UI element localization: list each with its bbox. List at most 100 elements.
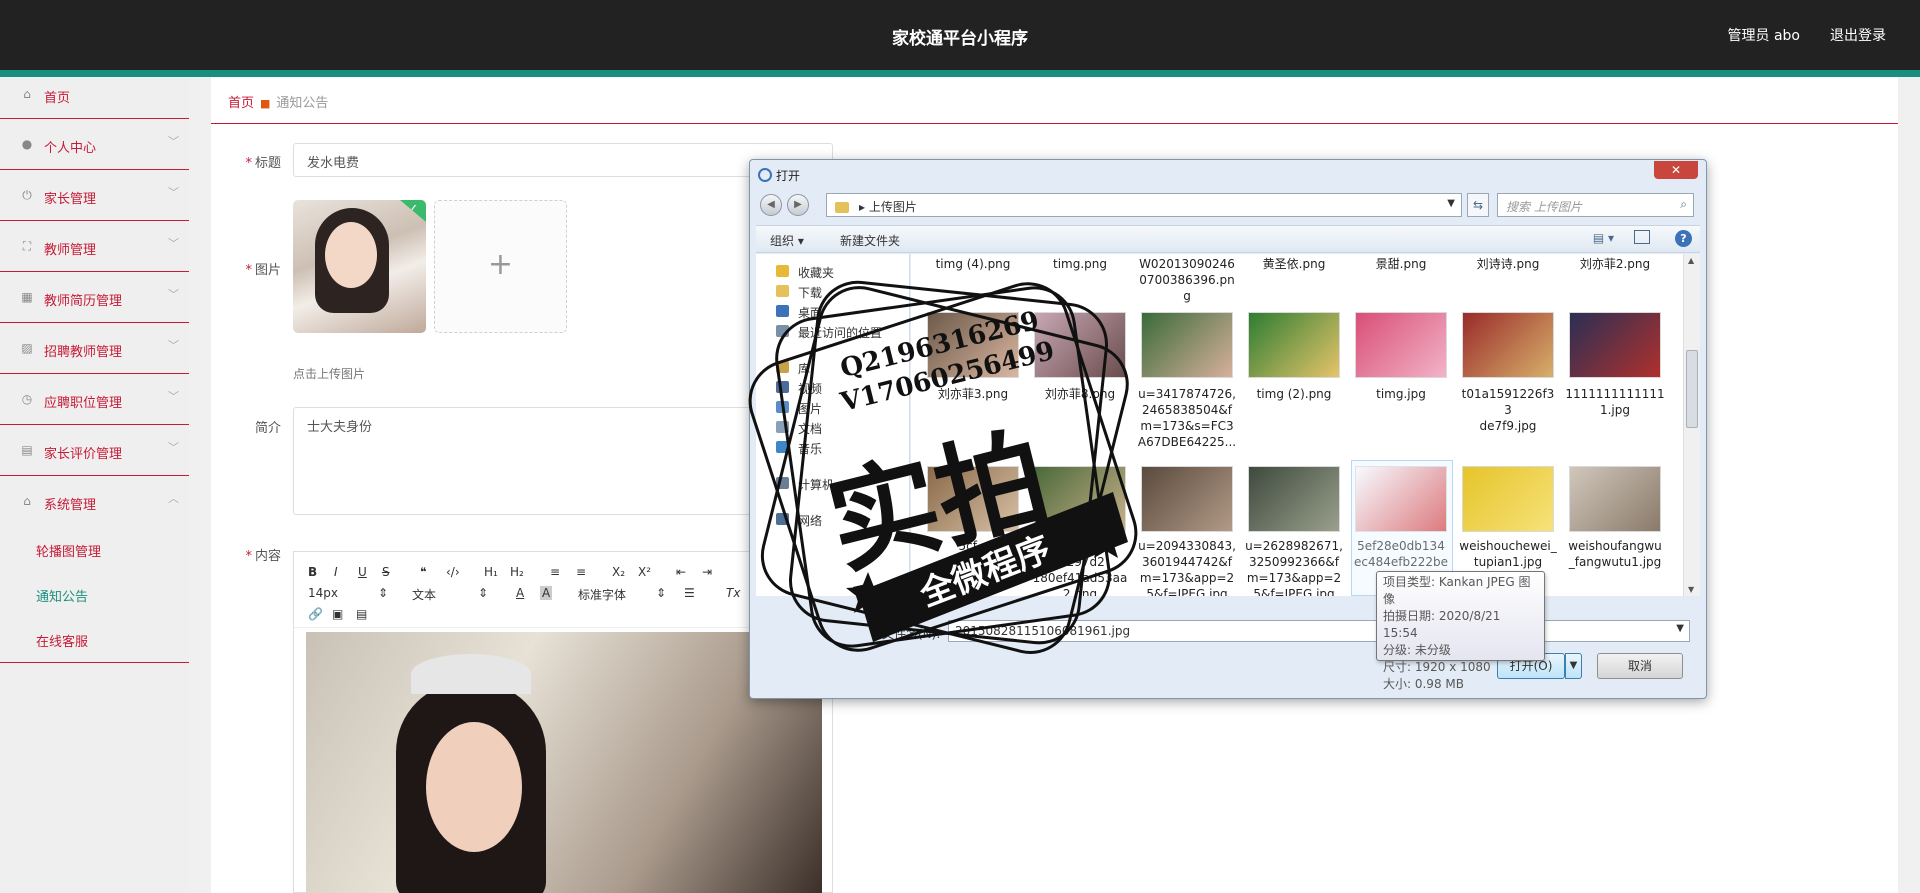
file-item[interactable]: 景甜.png [1351,256,1451,272]
file-item[interactable]: 刘诗诗.png [1458,256,1558,272]
file-thumbnail[interactable] [1141,466,1233,532]
sidebar-item-application[interactable]: ◷ 应聘职位管理 ﹀ [0,374,189,425]
file-item-name[interactable]: timg (2).png [1244,386,1344,402]
chevron-updown-icon: ⇕ [378,586,389,600]
link-icon[interactable]: 🔗 [308,607,323,621]
open-options-button[interactable]: ▼ [1565,653,1582,679]
font-family-select[interactable]: 标准字体 [578,586,626,603]
h2-button[interactable]: H₂ [510,565,524,579]
scroll-thumb[interactable] [1686,350,1698,428]
italic-button[interactable]: I [334,565,338,579]
search-input[interactable]: 搜索 上传图片 ⌕ [1497,193,1694,217]
file-item-name[interactable]: t01a1591226f33 de7f9.jpg [1458,386,1558,434]
indent-button[interactable]: ⇥ [702,565,712,579]
folder-icon [835,202,849,213]
file-type-select[interactable]: ▼ [1544,620,1690,642]
view-options-icon[interactable]: ▤ ▾ [1593,231,1614,245]
bold-button[interactable]: B [308,565,317,579]
scrollbar[interactable]: ▲ ▼ [1683,254,1700,596]
video-icon[interactable]: ▤ [356,607,367,621]
file-item[interactable]: 刘亦菲2.png [1565,256,1665,272]
ordered-list-button[interactable]: ≡ [550,565,560,579]
open-dialog-icon [758,168,772,182]
logout-link[interactable]: 退出登录 [1830,25,1886,45]
sidebar-item-teacher-resume[interactable]: ▦ 教师简历管理 ﹀ [0,272,189,323]
sidebar-item-parent-management[interactable]: ⏻ 家长管理 ﹀ [0,170,189,221]
sidebar-subitem-online-service[interactable]: 在线客服 [0,617,189,662]
file-thumbnail[interactable] [1248,466,1340,532]
sidebar-subitem-carousel[interactable]: 轮播图管理 [0,527,189,572]
clear-format-button[interactable]: Tx [726,586,740,600]
subscript-button[interactable]: X₂ [612,565,625,579]
font-color-icon[interactable]: A [516,586,524,600]
chevron-down-icon: ﹀ [168,135,179,148]
preview-pane-icon[interactable] [1634,230,1650,244]
strike-button[interactable]: S [382,565,390,579]
chart-icon: ▨ [21,341,33,355]
scroll-down-icon[interactable]: ▼ [1688,585,1694,594]
file-thumbnail[interactable] [1569,466,1661,532]
accent-bar [0,70,1920,77]
new-folder-button[interactable]: 新建文件夹 [840,232,900,249]
watermark-stamp: Q2196316269 V17060256499 实拍 全微程序 [748,262,1148,682]
uploaded-image-thumbnail[interactable]: ✓ [293,200,426,333]
file-item-name[interactable]: 1111111111111 1.jpg [1565,386,1665,418]
close-button[interactable]: ✕ [1654,161,1698,179]
app-title: 家校通平台小程序 [892,29,1028,49]
refresh-button[interactable]: ⇆ [1467,193,1489,217]
help-icon[interactable]: ? [1675,230,1692,247]
sidebar-item-home[interactable]: ⌂ 首页 [0,77,189,119]
search-icon: ⌕ [1680,197,1687,211]
file-thumbnail[interactable] [1248,312,1340,378]
file-item[interactable]: 黄圣依.png [1244,256,1344,272]
h1-button[interactable]: H₁ [484,565,498,579]
forward-button[interactable]: ▶ [787,194,809,216]
back-button[interactable]: ◀ [760,194,782,216]
file-thumbnail[interactable] [1462,312,1554,378]
user-icon: ● [21,137,33,151]
file-item-name[interactable]: u=2094330843, 3601944742&f m=173&app=2 5… [1137,538,1237,596]
scroll-up-icon[interactable]: ▲ [1688,256,1694,265]
superscript-button[interactable]: X² [638,565,651,579]
add-image-button[interactable]: + [434,200,567,333]
quote-button[interactable]: ❝ [420,565,426,579]
file-item-name[interactable]: timg.jpg [1351,386,1451,402]
breadcrumb-home[interactable]: 首页 [228,96,254,111]
file-item-name[interactable]: weishoufangwu _fangwutu1.jpg [1565,538,1665,570]
file-thumbnail[interactable] [1355,312,1447,378]
file-item-name[interactable]: u=3417874726, 2465838504&f m=173&s=FC3 A… [1137,386,1237,450]
outdent-button[interactable]: ⇤ [676,565,686,579]
font-size-select[interactable]: 14px [308,586,338,600]
code-button[interactable]: ‹/› [446,565,460,579]
text-style-select[interactable]: 文本 [412,586,436,603]
sidebar-item-personal-center[interactable]: ● 个人中心 ﹀ [0,119,189,170]
file-thumbnail[interactable] [1141,312,1233,378]
unordered-list-button[interactable]: ≡ [576,565,586,579]
sidebar-item-system[interactable]: ⌂ 系统管理 ︿ [0,476,189,527]
cancel-button[interactable]: 取消 [1597,653,1683,679]
chevron-down-icon: ﹀ [168,186,179,199]
briefcase-icon: ▤ [21,443,33,457]
sidebar-subitem-notice[interactable]: 通知公告 [0,572,189,617]
file-thumbnail[interactable] [1462,466,1554,532]
align-icon[interactable]: ☰ [684,586,695,600]
file-item-name[interactable]: weishouchewei_ tupian1.jpg [1458,538,1558,570]
file-thumbnail[interactable] [1569,312,1661,378]
sidebar-item-recruit-teacher[interactable]: ▨ 招聘教师管理 ﹀ [0,323,189,374]
sidebar-item-parent-review[interactable]: ▤ 家长评价管理 ﹀ [0,425,189,476]
chevron-down-icon[interactable]: ▼ [1447,198,1455,209]
admin-user-label[interactable]: 管理员 abo [1728,25,1800,45]
tooltip-line: 拍摄日期: 2020/8/21 15:54 [1383,609,1501,640]
sidebar: ⌂ 首页 ● 个人中心 ﹀ ⏻ 家长管理 ﹀ ⛶ 教师管理 ﹀ ▦ 教师简历管理… [0,77,189,893]
background-color-icon[interactable]: A [540,586,553,600]
address-bar[interactable]: ▸ 上传图片 ▼ [826,193,1462,217]
image-icon[interactable]: ▣ [332,607,343,621]
file-item-name[interactable]: u=2628982671, 3250992366&f m=173&app=2 5… [1244,538,1344,596]
file-info-tooltip: 项目类型: Kankan JPEG 图像 拍摄日期: 2020/8/21 15:5… [1376,571,1545,691]
organize-button[interactable]: 组织 ▾ [770,232,804,249]
file-item[interactable]: W02013090246 0700386396.pn g [1137,256,1237,304]
sidebar-item-label: 家长管理 [44,192,97,207]
sidebar-item-teacher-management[interactable]: ⛶ 教师管理 ﹀ [0,221,189,272]
chevron-down-icon: ▼ [1676,623,1684,634]
underline-button[interactable]: U [358,565,367,579]
